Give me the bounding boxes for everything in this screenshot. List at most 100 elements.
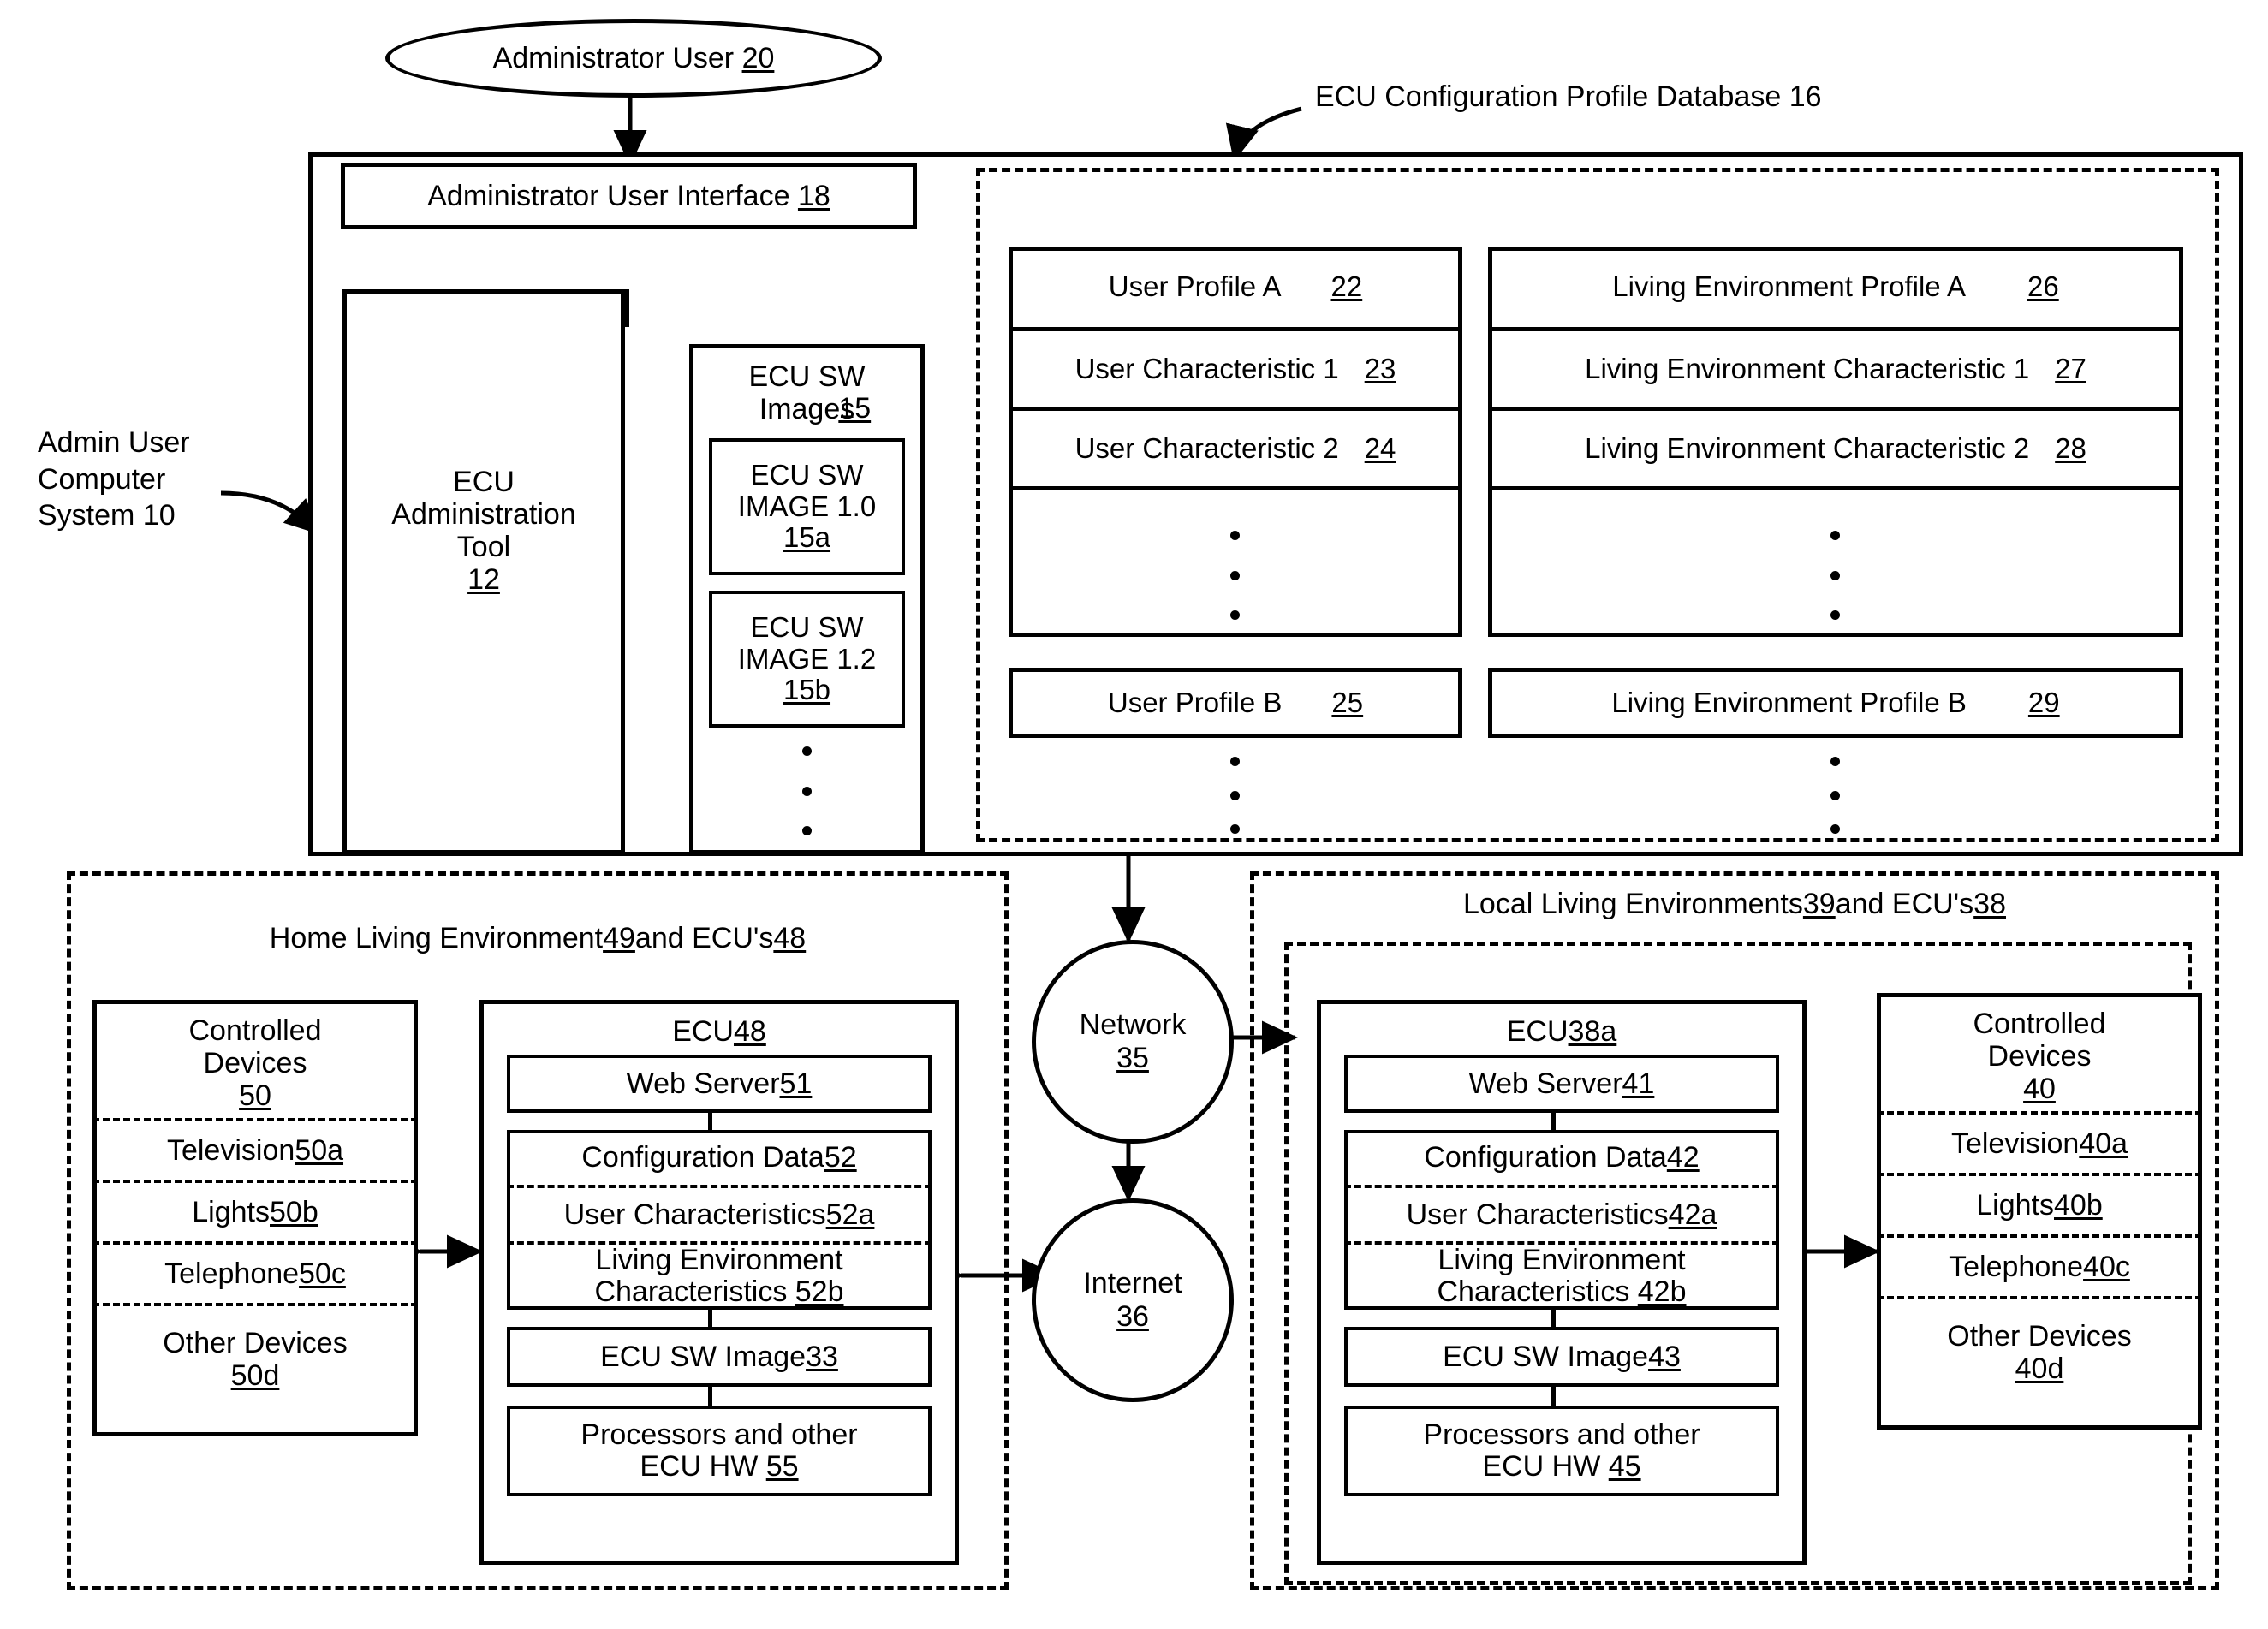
- device-telephone-50c-label: Telephone: [164, 1257, 300, 1290]
- local-title-num1: 39: [1802, 887, 1836, 920]
- device-telephone-50c-num: 50c: [299, 1257, 346, 1290]
- device-telephone-40c-label: Telephone: [1949, 1250, 2084, 1283]
- ecu-48-connector-1: [708, 1111, 712, 1130]
- user-characteristic-2-row[interactable]: User Characteristic 2 24: [1009, 411, 1462, 486]
- ecu-48-title-text: ECU: [672, 1014, 734, 1048]
- ecu-38a-title-num: 38a: [1568, 1014, 1617, 1048]
- living-env-profile-b-box[interactable]: Living Environment Profile B 29: [1488, 668, 2183, 738]
- device-other-50d-num: 50d: [230, 1359, 280, 1392]
- user-profile-b-ellipsis: [1230, 757, 1240, 834]
- web-server-51-num: 51: [779, 1067, 813, 1100]
- device-telephone-40c[interactable]: Telephone 40c: [1877, 1238, 2202, 1296]
- ecu-38a-connector-2: [1551, 1308, 1556, 1327]
- user-characteristics-42a-num: 42a: [1668, 1198, 1717, 1231]
- device-lights-40b-label: Lights: [1976, 1188, 2054, 1222]
- user-profile-divider-3: [1009, 486, 1462, 490]
- devices-50-divider-4: [92, 1303, 418, 1306]
- home-living-environment-title: Home Living Environment 49 and ECU's 48: [67, 914, 1009, 962]
- ecu-sw-images-title-num-wrap: Images 15: [689, 389, 925, 427]
- device-telephone-50c[interactable]: Telephone 50c: [92, 1245, 418, 1303]
- administrator-user-label: Administrator User 20: [492, 41, 775, 74]
- device-lights-50b-num: 50b: [270, 1195, 318, 1228]
- ecu-administration-tool-num: 12: [467, 563, 500, 597]
- user-profile-a-row[interactable]: User Profile A 22: [1009, 247, 1462, 327]
- user-profile-a-label: User Profile A: [1108, 270, 1282, 302]
- home-title-mid: and ECU's: [634, 921, 774, 954]
- ecu-hw-45-num: 45: [1608, 1450, 1641, 1483]
- living-env-characteristics-42b-row[interactable]: Living Environment Characteristics 42b: [1344, 1243, 1779, 1310]
- living-env-profile-b-label: Living Environment Profile B: [1611, 686, 1967, 718]
- user-characteristics-42a-label: User Characteristics: [1406, 1198, 1669, 1231]
- internet-36-label: Internet: [1083, 1267, 1182, 1299]
- devices-40-divider-4: [1877, 1296, 2202, 1299]
- device-lights-50b[interactable]: Lights 50b: [92, 1183, 418, 1241]
- ecu-config-profile-database-label: ECU Configuration Profile Database 16: [1315, 80, 1822, 113]
- living-env-characteristic-2-row[interactable]: Living Environment Characteristic 2 28: [1488, 411, 2183, 486]
- ecu-sw-images-num: 15: [838, 391, 872, 425]
- living-env-profile-b-num: 29: [2027, 686, 2060, 718]
- living-env-characteristic-2-label: Living Environment Characteristic 2: [1585, 431, 2030, 464]
- local-title-prefix: Local Living Environments: [1463, 887, 1803, 920]
- user-characteristics-42a-row[interactable]: User Characteristics 42a: [1344, 1188, 1779, 1241]
- device-television-50a[interactable]: Television 50a: [92, 1121, 418, 1180]
- administrator-user-interface-box[interactable]: Administrator User Interface 18: [341, 163, 917, 229]
- living-env-profile-a-ellipsis: [1830, 531, 1840, 620]
- web-server-51-label: Web Server: [626, 1067, 780, 1100]
- internet-36-node[interactable]: Internet 36: [1032, 1198, 1234, 1402]
- living-env-profile-a-row[interactable]: Living Environment Profile A 26: [1488, 247, 2183, 327]
- ecu-38a-title-text: ECU: [1506, 1014, 1569, 1048]
- living-env-characteristic-1-num: 27: [2055, 352, 2086, 384]
- home-title-num1: 49: [603, 921, 635, 954]
- device-other-40d-label: Other Devices: [1947, 1319, 2132, 1353]
- user-profile-b-box[interactable]: User Profile B 25: [1009, 668, 1462, 738]
- configuration-data-52-label: Configuration Data: [581, 1140, 824, 1174]
- local-living-environments-title: Local Living Environments 39 and ECU's 3…: [1250, 880, 2219, 928]
- user-characteristics-52a-num: 52a: [825, 1198, 875, 1231]
- living-env-characteristic-1-row[interactable]: Living Environment Characteristic 1 27: [1488, 331, 2183, 407]
- configuration-data-42-row[interactable]: Configuration Data 42: [1344, 1130, 1779, 1185]
- device-other-50d[interactable]: Other Devices 50d: [92, 1308, 418, 1411]
- configuration-data-42-label: Configuration Data: [1424, 1140, 1667, 1174]
- living-env-characteristics-52b-line1: Living Environment: [595, 1243, 843, 1276]
- controlled-devices-40-header-text: Controlled Devices: [1973, 1007, 2106, 1073]
- user-characteristic-1-row[interactable]: User Characteristic 1 23: [1009, 331, 1462, 407]
- ecu-38a-connector-1: [1551, 1111, 1556, 1130]
- ecu-administration-tool-text: ECU Administration Tool: [391, 465, 576, 563]
- ecu-sw-image-43-box[interactable]: ECU SW Image 43: [1344, 1327, 1779, 1387]
- ecu-48-title-num: 48: [733, 1014, 766, 1048]
- controlled-devices-50-num: 50: [239, 1079, 271, 1113]
- ecu-sw-image-33-box[interactable]: ECU SW Image 33: [507, 1327, 932, 1387]
- living-env-profile-a-num: 26: [2027, 270, 2059, 302]
- ecu-sw-image-1-box[interactable]: ECU SW IMAGE 1.0 15a: [709, 438, 905, 575]
- home-title-num2: 48: [773, 921, 807, 954]
- device-television-40a-num: 40a: [2079, 1127, 2128, 1160]
- ecu-48-connector-3: [708, 1387, 712, 1406]
- ecu-hw-45-box[interactable]: Processors and other ECU HW 45: [1344, 1406, 1779, 1496]
- controlled-devices-40-num: 40: [2023, 1073, 2056, 1106]
- ecu-sw-image-33-label: ECU SW Image: [600, 1340, 807, 1373]
- network-35-node[interactable]: Network 35: [1032, 940, 1234, 1144]
- ecu-hw-55-box[interactable]: Processors and other ECU HW 55: [507, 1406, 932, 1496]
- controlled-devices-50-header: Controlled Devices 50: [92, 1008, 418, 1118]
- device-lights-40b-num: 40b: [2054, 1188, 2103, 1222]
- ecu-sw-image-2-box[interactable]: ECU SW IMAGE 1.2 15b: [709, 591, 905, 728]
- web-server-41-num: 41: [1622, 1067, 1655, 1100]
- configuration-data-52-row[interactable]: Configuration Data 52: [507, 1130, 932, 1185]
- ecu-38a-title: ECU 38a: [1317, 1008, 1807, 1055]
- device-television-50a-num: 50a: [295, 1133, 344, 1167]
- web-server-51-box[interactable]: Web Server 51: [507, 1055, 932, 1113]
- device-television-40a[interactable]: Television 40a: [1877, 1115, 2202, 1173]
- web-server-41-label: Web Server: [1468, 1067, 1622, 1100]
- ecu-sw-image-2-num: 15b: [783, 674, 831, 706]
- living-env-characteristics-52b-row[interactable]: Living Environment Characteristics Livin…: [507, 1243, 932, 1310]
- home-title-prefix: Home Living Environment: [269, 921, 604, 954]
- web-server-41-box[interactable]: Web Server 41: [1344, 1055, 1779, 1113]
- device-lights-40b[interactable]: Lights 40b: [1877, 1176, 2202, 1234]
- user-characteristic-2-label: User Characteristic 2: [1074, 431, 1339, 464]
- ecu-administration-tool-label: ECU Administration Tool 12: [342, 466, 625, 596]
- ecu-hw-45-line1: Processors and other: [1423, 1418, 1700, 1451]
- user-characteristics-52a-row[interactable]: User Characteristics 52a: [507, 1188, 932, 1241]
- device-other-40d[interactable]: Other Devices 40d: [1877, 1301, 2202, 1404]
- user-profile-b-num: 25: [1331, 686, 1364, 718]
- ecu-hw-45-line2: ECU HW 45: [1482, 1450, 1641, 1483]
